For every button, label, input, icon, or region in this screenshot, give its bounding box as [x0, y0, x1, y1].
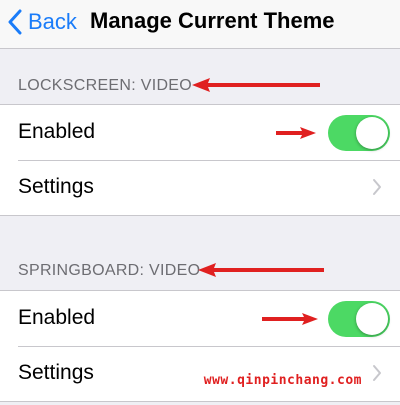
- annotation-arrow-icon: [192, 78, 320, 92]
- lockscreen-settings-row[interactable]: Settings: [0, 160, 400, 215]
- springboard-enabled-label: Enabled: [18, 306, 96, 329]
- back-button-label: Back: [28, 9, 77, 34]
- annotation-arrow-icon: [276, 127, 316, 139]
- back-button[interactable]: Back: [8, 7, 77, 37]
- toggle-knob: [356, 117, 388, 149]
- annotation-arrow-icon: [198, 263, 324, 277]
- chevron-left-icon: [8, 9, 22, 35]
- page-title: Manage Current Theme: [90, 8, 335, 33]
- toggle-knob: [356, 303, 388, 335]
- chevron-right-icon: [373, 365, 381, 381]
- chevron-right-icon: [373, 179, 381, 195]
- navigation-bar: Back Manage Current Theme: [0, 0, 400, 49]
- lockscreen-group: Enabled Settings: [0, 104, 400, 216]
- springboard-enabled-row: Enabled: [0, 291, 400, 346]
- lockscreen-enabled-label: Enabled: [18, 120, 96, 143]
- section-header-springboard: SPRINGBOARD: VIDEO: [18, 262, 201, 279]
- section-header-lockscreen: LOCKSCREEN: VIDEO: [18, 77, 193, 94]
- springboard-settings-label: Settings: [18, 361, 94, 384]
- lockscreen-enabled-toggle[interactable]: [328, 115, 390, 151]
- lockscreen-settings-label: Settings: [18, 175, 94, 198]
- springboard-enabled-toggle[interactable]: [328, 301, 390, 337]
- watermark-text: www.qinpinchang.com: [203, 373, 362, 388]
- lockscreen-enabled-row: Enabled: [0, 105, 400, 160]
- annotation-arrow-icon: [262, 313, 318, 325]
